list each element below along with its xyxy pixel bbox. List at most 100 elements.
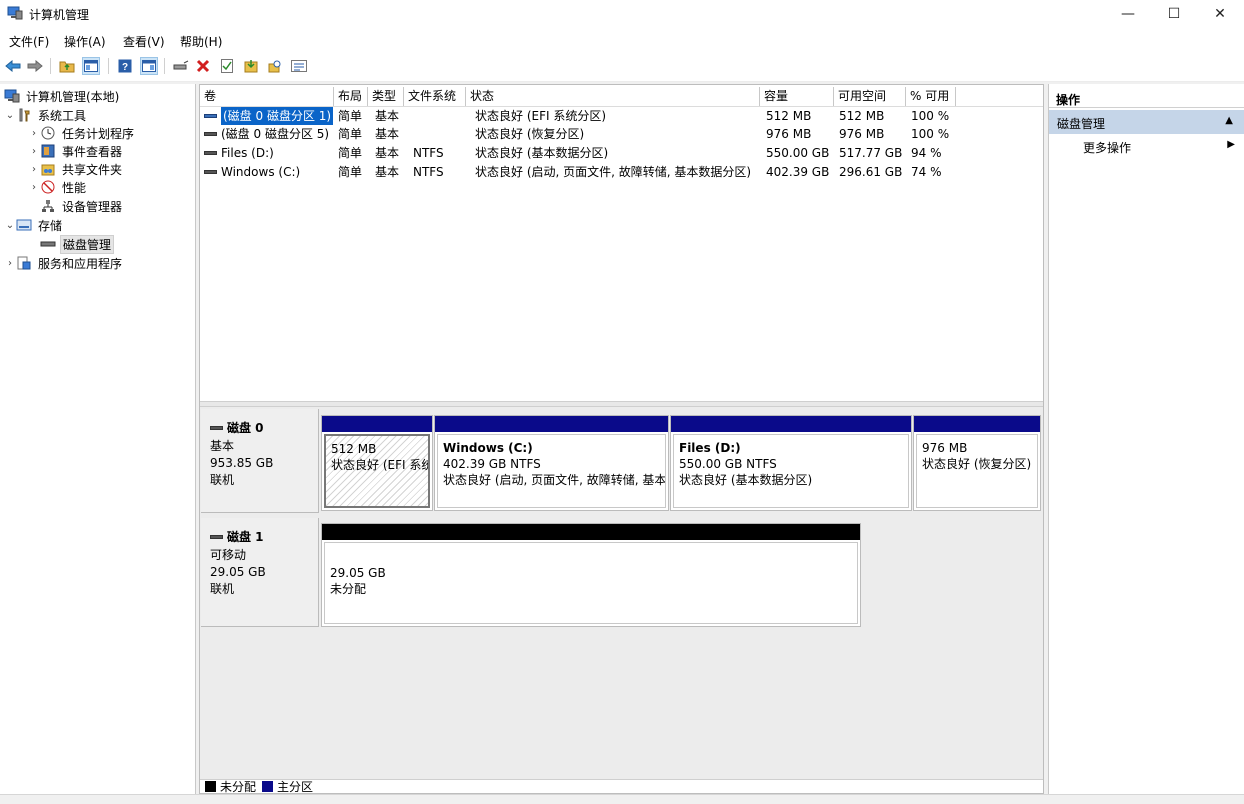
chevron-right-icon[interactable]: ›	[4, 258, 16, 269]
disk-kind: 可移动	[210, 548, 247, 562]
menu-help[interactable]: 帮助(H)	[180, 33, 222, 50]
layout-cell: 简单	[338, 109, 363, 123]
delete-icon[interactable]	[194, 57, 212, 75]
partition-recovery[interactable]: 976 MB 状态良好 (恢复分区)	[913, 415, 1041, 511]
checklist-icon[interactable]	[218, 57, 236, 75]
menu-bar: 文件(F) 操作(A) 查看(V) 帮助(H)	[0, 28, 1244, 52]
forward-arrow-icon[interactable]	[26, 57, 44, 75]
event-viewer-icon	[40, 143, 56, 159]
chevron-right-icon[interactable]: ›	[28, 164, 40, 175]
table-row[interactable]: (磁盘 0 磁盘分区 1) 简单 基本 状态良好 (EFI 系统分区) 512 …	[200, 107, 1043, 125]
volume-cell: (磁盘 0 磁盘分区 1)	[200, 107, 334, 125]
more-actions-item[interactable]: 更多操作 ▶	[1049, 136, 1244, 156]
tree-item-label: 系统工具	[38, 108, 87, 123]
tree-item-computer-management[interactable]: 计算机管理(本地)	[4, 87, 121, 105]
search-folder-icon[interactable]	[266, 57, 284, 75]
folder-new-icon[interactable]	[242, 57, 260, 75]
percent-free-cell: 100 %	[911, 127, 950, 141]
type-cell: 基本	[375, 165, 400, 179]
drive-icon	[204, 151, 217, 155]
minimize-button[interactable]: —	[1105, 0, 1151, 28]
close-button[interactable]: ✕	[1197, 0, 1243, 28]
folder-up-icon[interactable]	[58, 57, 76, 75]
help-icon[interactable]: ?	[116, 57, 134, 75]
console-tree-toggle-icon[interactable]	[82, 57, 100, 75]
disk-1-info[interactable]: 磁盘 1 可移动 29.05 GB 联机	[201, 518, 319, 627]
percent-free-cell: 74 %	[911, 165, 942, 179]
disk-0-name-row: 磁盘 0	[210, 419, 318, 436]
partition-windows-c[interactable]: Windows (C:) 402.39 GB NTFS 状态良好 (启动, 页面…	[434, 415, 669, 511]
table-row[interactable]: Windows (C:) 简单 基本 NTFS 状态良好 (启动, 页面文件, …	[200, 163, 1043, 181]
partition-status: 状态良好 (EFI 系统	[331, 458, 430, 472]
disk-state: 联机	[210, 473, 235, 487]
actions-section-disk-management[interactable]: 磁盘管理 ▲	[1049, 110, 1244, 134]
status-cell: 状态良好 (基本数据分区)	[475, 146, 609, 160]
actions-pane: 操作 磁盘管理 ▲ 更多操作 ▶	[1048, 84, 1244, 794]
menu-action[interactable]: 操作(A)	[64, 33, 106, 50]
tree-item-system-tools[interactable]: ⌄ 系统工具	[4, 106, 88, 124]
menu-file[interactable]: 文件(F)	[9, 33, 49, 50]
drive-icon	[204, 114, 217, 118]
free-space-cell: 976 MB	[839, 127, 885, 141]
disk-0-info[interactable]: 磁盘 0 基本 953.85 GB 联机	[201, 409, 319, 513]
chevron-down-icon[interactable]: ⌄	[4, 220, 16, 231]
tree-item-label: 存储	[38, 218, 63, 233]
services-icon	[16, 255, 32, 271]
legend-swatch-unallocated	[205, 781, 216, 792]
chevron-right-icon[interactable]: ›	[28, 128, 40, 139]
chevron-right-icon[interactable]: ›	[28, 146, 40, 157]
table-row[interactable]: Files (D:) 简单 基本 NTFS 状态良好 (基本数据分区) 550.…	[200, 144, 1043, 162]
column-header-type[interactable]: 类型	[368, 87, 404, 106]
actions-header: 操作	[1049, 86, 1244, 108]
partition-body: 512 MB 状态良好 (EFI 系统	[324, 434, 430, 508]
partition-title: Windows (C:)	[443, 441, 533, 455]
disk-name: 磁盘 1	[227, 530, 264, 544]
volume-name: Files (D:)	[221, 146, 274, 160]
tree-item-device-manager[interactable]: 设备管理器	[40, 197, 124, 215]
partition-unallocated[interactable]: 29.05 GB 未分配	[321, 523, 861, 627]
action-pane-toggle-icon[interactable]	[140, 57, 158, 75]
column-header-free-space[interactable]: 可用空间	[834, 87, 906, 106]
partition-status: 未分配	[330, 582, 367, 596]
column-header-filesystem[interactable]: 文件系统	[404, 87, 466, 106]
tree-item-services-apps[interactable]: › 服务和应用程序	[4, 254, 124, 272]
table-row[interactable]: (磁盘 0 磁盘分区 5) 简单 基本 状态良好 (恢复分区) 976 MB 9…	[200, 125, 1043, 143]
disk-icon	[210, 425, 223, 430]
tree-item-label: 服务和应用程序	[38, 256, 123, 271]
column-header-volume[interactable]: 卷	[200, 87, 334, 106]
computer-management-icon	[7, 6, 23, 20]
maximize-button[interactable]: ☐	[1151, 0, 1197, 28]
tree-item-task-scheduler[interactable]: › 任务计划程序	[28, 124, 136, 142]
tree-item-storage[interactable]: ⌄ 存储	[4, 216, 64, 234]
connect-drive-icon[interactable]	[172, 57, 190, 75]
volume-name: (磁盘 0 磁盘分区 5)	[221, 127, 330, 141]
tree-item-performance[interactable]: › 性能	[28, 178, 88, 196]
tree-item-shared-folders[interactable]: › 共享文件夹	[28, 160, 124, 178]
back-arrow-icon[interactable]	[4, 57, 22, 75]
percent-free-cell: 94 %	[911, 146, 942, 160]
drive-icon	[204, 132, 217, 136]
column-header-layout[interactable]: 布局	[334, 87, 368, 106]
layout-cell: 简单	[338, 165, 363, 179]
status-bar	[0, 794, 1244, 804]
disk-1-name-row: 磁盘 1	[210, 528, 318, 545]
disk-management-pane: 卷 布局 类型 文件系统 状态 容量 可用空间 % 可用 (磁盘 0 磁盘分区 …	[199, 84, 1044, 794]
properties-icon[interactable]	[290, 57, 308, 75]
device-manager-icon	[40, 198, 56, 214]
chevron-down-icon[interactable]: ⌄	[4, 110, 16, 121]
menu-view[interactable]: 查看(V)	[123, 33, 165, 50]
tree-item-disk-management[interactable]: 磁盘管理	[40, 234, 115, 254]
collapse-up-icon[interactable]: ▲	[1225, 115, 1233, 126]
column-header-capacity[interactable]: 容量	[760, 87, 834, 106]
column-header-status[interactable]: 状态	[466, 87, 760, 106]
partition-size: 29.05 GB	[330, 566, 386, 580]
free-space-cell: 517.77 GB	[839, 146, 903, 160]
actions-section-label: 磁盘管理	[1057, 117, 1106, 131]
column-header-percent-free[interactable]: % 可用	[906, 87, 956, 106]
volume-name: Windows (C:)	[221, 165, 301, 179]
chevron-right-icon[interactable]: ›	[28, 182, 40, 193]
partition-files-d[interactable]: Files (D:) 550.00 GB NTFS 状态良好 (基本数据分区)	[670, 415, 912, 511]
tree-item-event-viewer[interactable]: › 事件查看器	[28, 142, 124, 160]
partition-efi[interactable]: 512 MB 状态良好 (EFI 系统	[321, 415, 433, 511]
partition-size: 550.00 GB NTFS	[679, 457, 777, 471]
